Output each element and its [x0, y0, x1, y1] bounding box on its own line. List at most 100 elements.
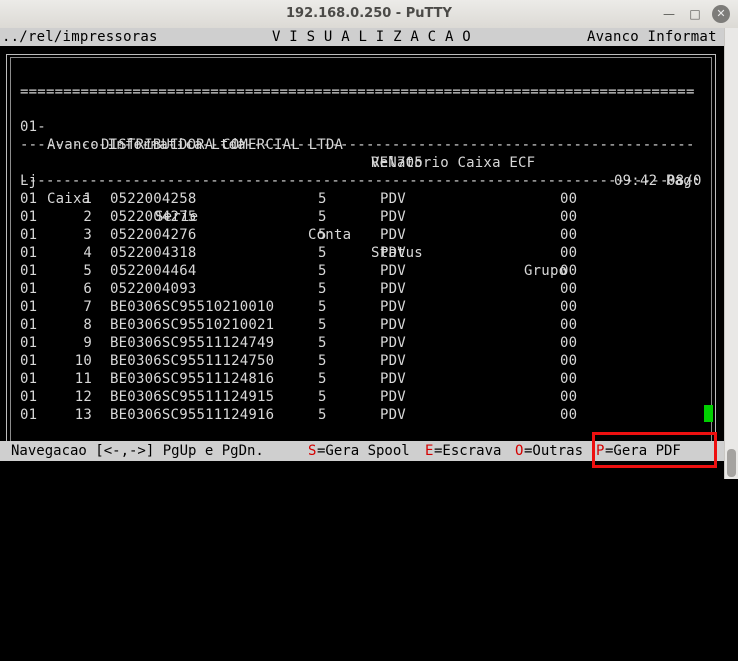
table-row: 01 13 BE0306SC95511124916 5 PDV 00 [0, 406, 724, 424]
report-line-1: 01- DISTRIBUIDORA COMERCIAL LTDA Relator… [0, 100, 724, 189]
cell-conta: 5 [318, 245, 327, 261]
minimize-icon[interactable]: — [660, 5, 678, 23]
cell-caixa: 5 [83, 263, 92, 279]
cell-lj: 01 [20, 209, 38, 225]
cell-status: PDV [380, 335, 406, 351]
cell-caixa: 6 [83, 281, 92, 297]
cell-status: PDV [380, 299, 406, 315]
screen-header: ../rel/impressoras V I S U A L I Z A C A… [0, 28, 724, 46]
cell-grupo: 00 [560, 317, 578, 333]
table-row: 01 8 BE0306SC95510210021 5 PDV 00 [0, 316, 724, 334]
cell-status: PDV [380, 281, 406, 297]
table-row: 01 9 BE0306SC95511124749 5 PDV 00 [0, 334, 724, 352]
cell-caixa: 13 [74, 407, 92, 423]
cell-serie: 0522004276 [110, 227, 197, 243]
cell-conta: 5 [318, 317, 327, 333]
table-row: 01 1 0522004258 5 PDV 00 [0, 190, 724, 208]
nav-hint: Navegacao [<-,->] PgUp e PgDn. [11, 443, 264, 459]
cell-lj: 01 [20, 371, 38, 387]
cell-status: PDV [380, 371, 406, 387]
cell-serie: 0522004258 [110, 191, 197, 207]
cell-status: PDV [380, 191, 406, 207]
cell-status: PDV [380, 245, 406, 261]
cell-grupo: 00 [560, 389, 578, 405]
table-row: 01 11 BE0306SC95511124816 5 PDV 00 [0, 370, 724, 388]
cell-serie: BE0306SC95510210021 [110, 317, 275, 333]
cell-lj: 01 [20, 227, 38, 243]
cell-grupo: 00 [560, 209, 578, 225]
cell-lj: 01 [20, 299, 38, 315]
cell-caixa: 1 [83, 191, 92, 207]
terminal-area[interactable]: ../rel/impressoras V I S U A L I Z A C A… [0, 28, 724, 479]
cell-grupo: 00 [560, 299, 578, 315]
window-title: 192.168.0.250 - PuTTY [286, 6, 452, 21]
cell-status: PDV [380, 353, 406, 369]
separator-dash-2: ----------------------------------------… [20, 173, 695, 189]
cell-conta: 5 [318, 227, 327, 243]
cell-conta: 5 [318, 263, 327, 279]
cell-caixa: 10 [74, 353, 92, 369]
slave-hotkey[interactable]: E [425, 441, 433, 461]
cell-grupo: 00 [560, 353, 578, 369]
table-row: 01 12 BE0306SC95511124915 5 PDV 00 [0, 388, 724, 406]
cell-conta: 5 [318, 353, 327, 369]
cell-status: PDV [380, 407, 406, 423]
cell-grupo: 00 [560, 227, 578, 243]
cell-caixa: 8 [83, 317, 92, 333]
cell-lj: 01 [20, 245, 38, 261]
terminal-cursor [704, 405, 713, 422]
cell-caixa: 9 [83, 335, 92, 351]
cell-status: PDV [380, 317, 406, 333]
cell-conta: 5 [318, 335, 327, 351]
cell-serie: 0522004318 [110, 245, 197, 261]
cell-caixa: 4 [83, 245, 92, 261]
cell-lj: 01 [20, 407, 38, 423]
cell-serie: 0522004275 [110, 209, 197, 225]
cell-caixa: 11 [74, 371, 92, 387]
scrollbar-thumb[interactable] [727, 449, 736, 477]
table-row: 01 2 0522004275 5 PDV 00 [0, 208, 724, 226]
cell-lj: 01 [20, 317, 38, 333]
header-right: Avanco Informat [587, 29, 717, 45]
table-row: 01 5 0522004464 5 PDV 00 [0, 262, 724, 280]
cell-conta: 5 [318, 371, 327, 387]
window-titlebar[interactable]: 192.168.0.250 - PuTTY — □ ✕ [0, 0, 738, 29]
cell-grupo: 00 [560, 281, 578, 297]
header-path: ../rel/impressoras [2, 29, 158, 45]
report-line-2: Avanco Informatica Ltda VEN705 09:42 Pag… [0, 118, 724, 189]
table-row: 01 4 0522004318 5 PDV 00 [0, 244, 724, 262]
others-hotkey[interactable]: O [515, 441, 523, 461]
cell-caixa: 3 [83, 227, 92, 243]
cell-conta: 5 [318, 299, 327, 315]
cell-caixa: 2 [83, 209, 92, 225]
cell-grupo: 00 [560, 407, 578, 423]
cell-lj: 01 [20, 389, 38, 405]
maximize-icon[interactable]: □ [686, 5, 704, 23]
spool-label[interactable]: =Gera Spool [317, 441, 410, 461]
cell-serie: 0522004093 [110, 281, 197, 297]
cell-serie: BE0306SC95511124915 [110, 389, 275, 405]
pdf-option-highlight [592, 432, 717, 468]
cell-status: PDV [380, 389, 406, 405]
cell-grupo: 00 [560, 335, 578, 351]
cell-grupo: 00 [560, 245, 578, 261]
separator-dash-1: ----------------------------------------… [20, 137, 695, 153]
separator-double: ========================================… [20, 84, 695, 100]
slave-label[interactable]: =Escrava [434, 441, 501, 461]
header-title: V I S U A L I Z A C A O [272, 29, 471, 45]
spool-hotkey[interactable]: S [308, 441, 316, 461]
table-row: 01 6 0522004093 5 PDV 00 [0, 280, 724, 298]
cell-serie: BE0306SC95511124749 [110, 335, 275, 351]
close-icon[interactable]: ✕ [712, 5, 730, 23]
cell-serie: BE0306SC95511124916 [110, 407, 275, 423]
cell-lj: 01 [20, 353, 38, 369]
scrollbar[interactable] [724, 28, 738, 479]
cell-status: PDV [380, 209, 406, 225]
others-label[interactable]: =Outras [524, 441, 583, 461]
cell-serie: BE0306SC95510210010 [110, 299, 275, 315]
cell-lj: 01 [20, 263, 38, 279]
table-header: Lj Caixa Serie Conta Status Grupo [0, 154, 724, 279]
cell-lj: 01 [20, 191, 38, 207]
cell-serie: 0522004464 [110, 263, 197, 279]
cell-lj: 01 [20, 281, 38, 297]
